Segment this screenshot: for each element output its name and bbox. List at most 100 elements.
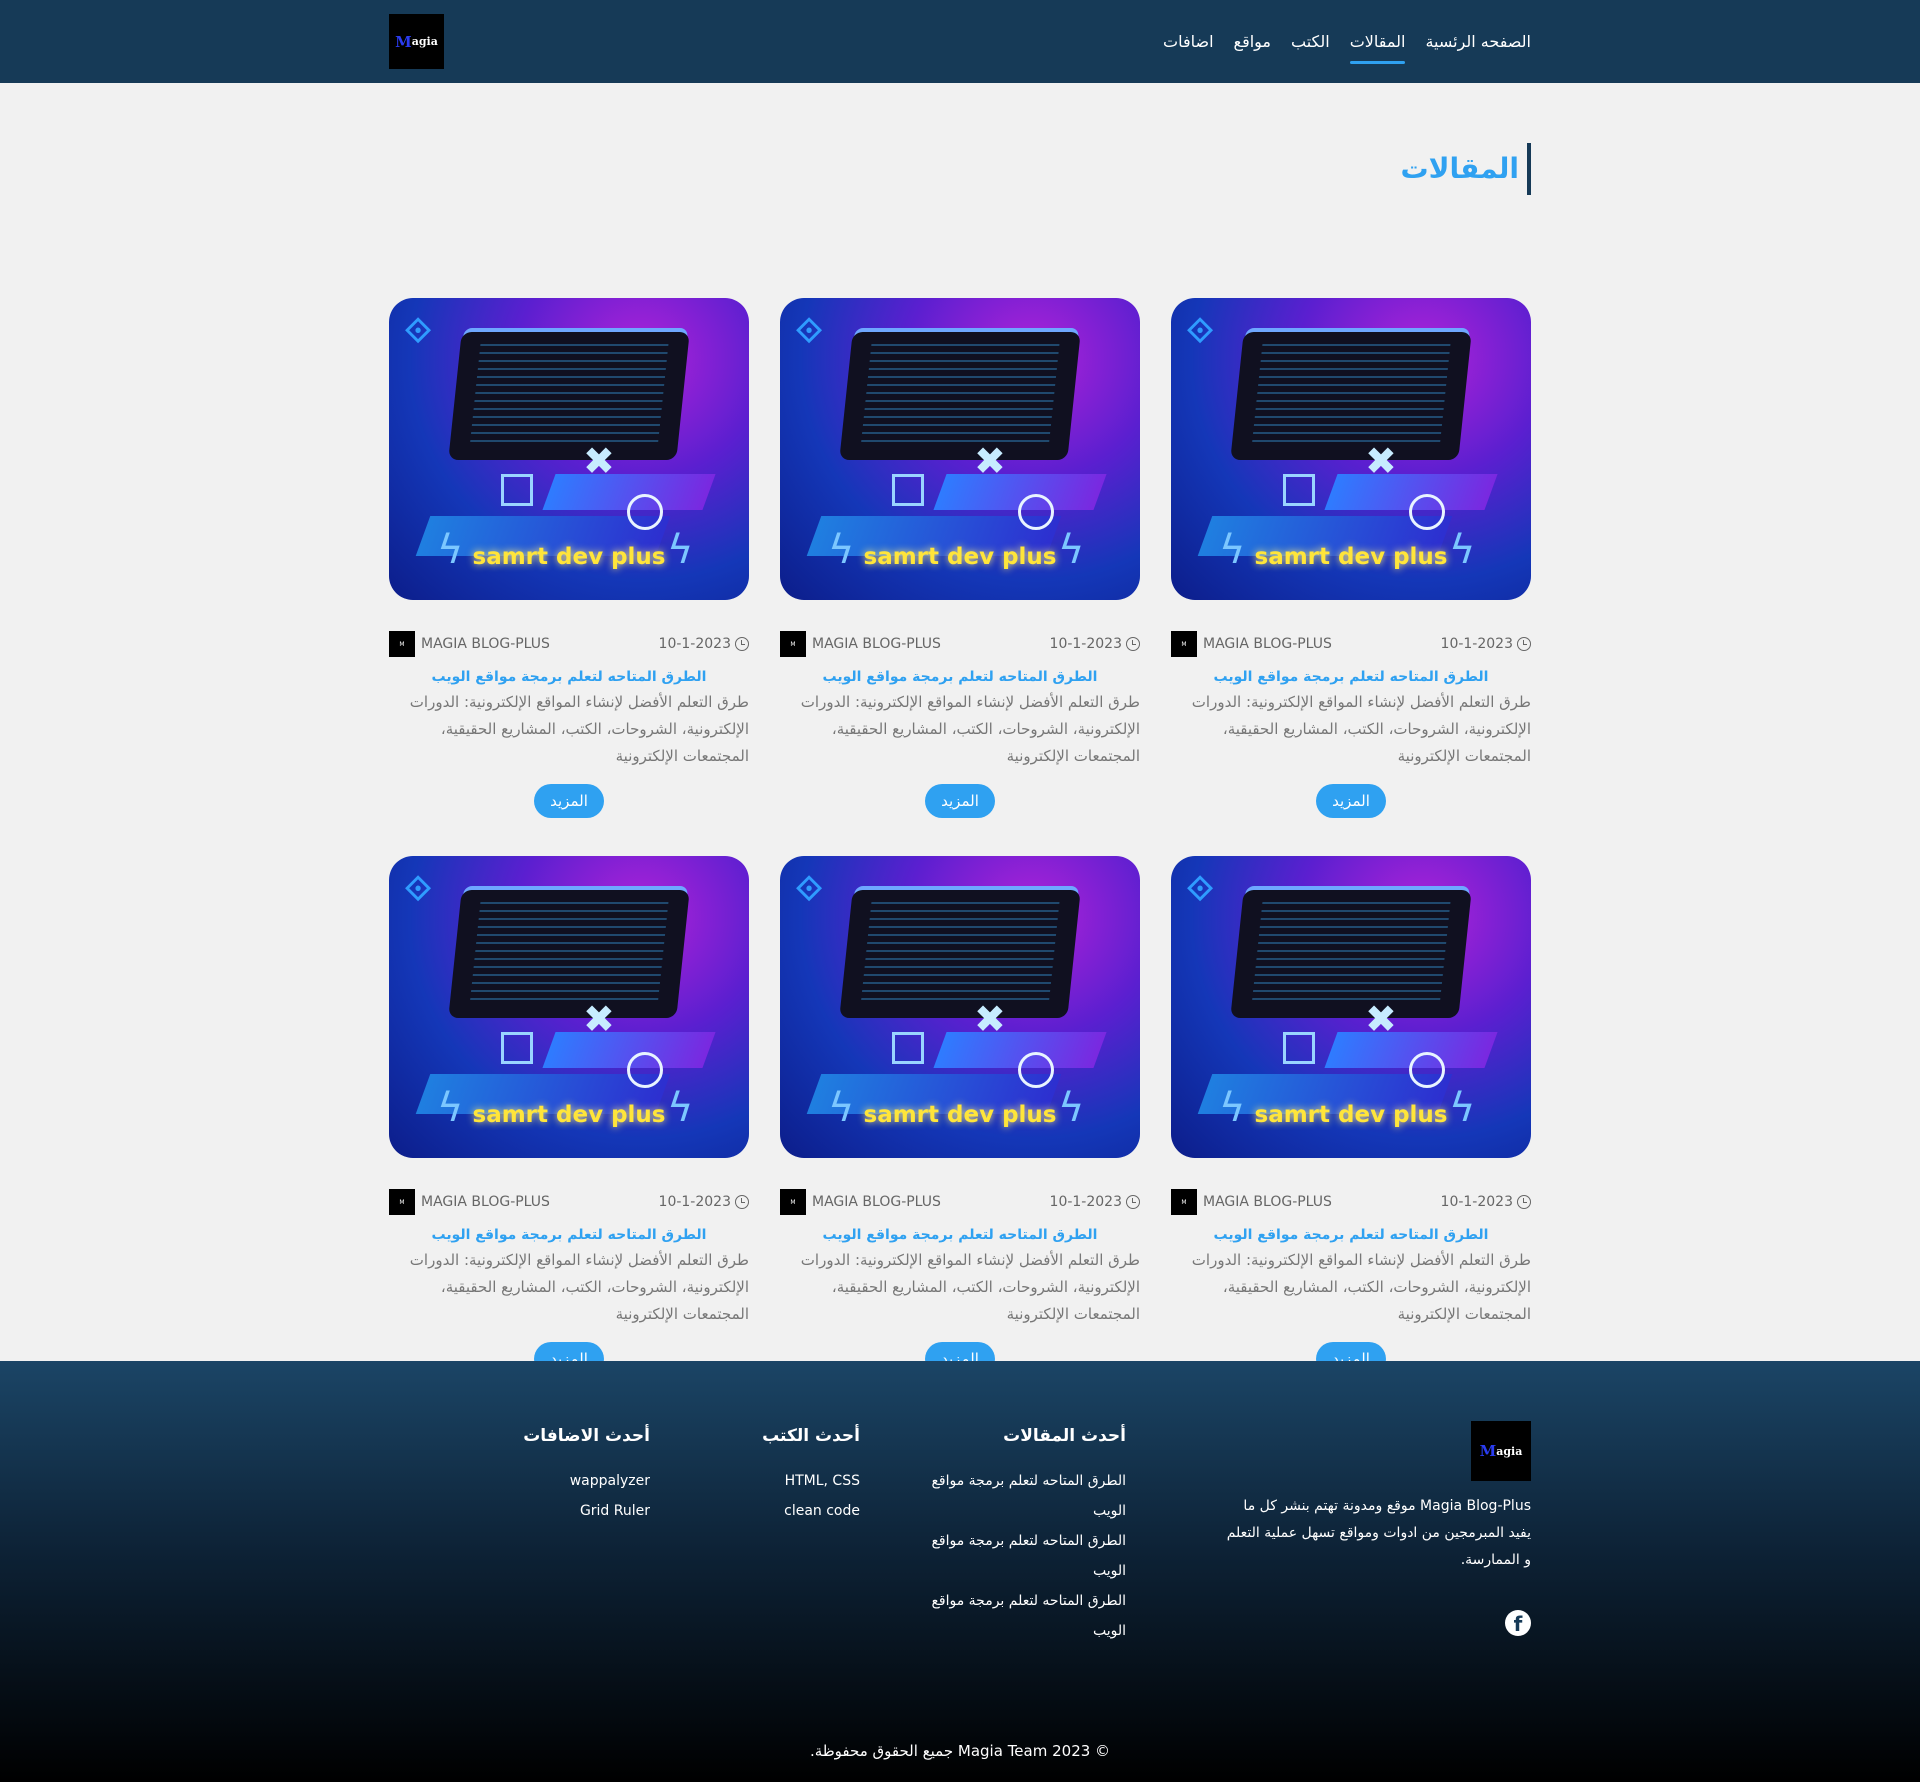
facebook-icon[interactable]: f bbox=[1505, 1610, 1531, 1636]
square-symbol-icon bbox=[501, 1032, 533, 1064]
code-screen-graphic bbox=[448, 890, 690, 1018]
article-thumbnail[interactable]: ⟐ ✖ ϟ ϟ samrt dev plus bbox=[389, 298, 749, 600]
clock-icon bbox=[1126, 1195, 1140, 1209]
article-author[interactable]: M MAGIA BLOG-PLUS bbox=[389, 1189, 550, 1215]
article-excerpt: طرق التعلم الأفضل لإنشاء المواقع الإلكتر… bbox=[800, 1251, 1140, 1323]
article-card: ⟐ ✖ ϟ ϟ samrt dev plus 10-1-2023 M MAGIA… bbox=[389, 856, 749, 1382]
article-title[interactable]: الطرق المتاحه لتعلم برمجة مواقع الويب bbox=[780, 669, 1140, 685]
read-more-button[interactable]: المزيد bbox=[925, 784, 995, 818]
footer-logo[interactable]: Magia bbox=[1471, 1421, 1531, 1481]
author-avatar: M bbox=[780, 1189, 806, 1215]
code-screen-graphic bbox=[839, 332, 1081, 460]
cross-symbol-icon: ✖ bbox=[1365, 439, 1397, 483]
read-more-button[interactable]: المزيد bbox=[534, 784, 604, 818]
nav-home[interactable]: الصفحه الرئسية bbox=[1425, 0, 1531, 83]
cross-symbol-icon: ✖ bbox=[974, 997, 1006, 1041]
author-avatar: M bbox=[1171, 1189, 1197, 1215]
article-thumbnail[interactable]: ⟐ ✖ ϟ ϟ samrt dev plus bbox=[780, 856, 1140, 1158]
code-arrows-icon: ⟐ bbox=[1186, 869, 1214, 909]
square-symbol-icon bbox=[501, 474, 533, 506]
article-meta: 10-1-2023 M MAGIA BLOG-PLUS bbox=[1171, 631, 1531, 657]
read-more-wrap: المزيد bbox=[389, 784, 749, 818]
article-date: 10-1-2023 bbox=[1050, 1194, 1140, 1210]
clock-icon bbox=[1517, 1195, 1531, 1209]
read-more-button[interactable]: المزيد bbox=[1316, 784, 1386, 818]
footer-spacer bbox=[1126, 1421, 1226, 1646]
site-header: الصفحه الرئسية المقالات الكتب مواقع اضاف… bbox=[0, 0, 1920, 83]
article-meta: 10-1-2023 M MAGIA BLOG-PLUS bbox=[389, 1189, 749, 1215]
cross-symbol-icon: ✖ bbox=[583, 439, 615, 483]
article-title[interactable]: الطرق المتاحه لتعلم برمجة مواقع الويب bbox=[389, 669, 749, 685]
footer-addon-link[interactable]: wappalyzer bbox=[450, 1466, 650, 1496]
article-excerpt: طرق التعلم الأفضل لإنشاء المواقع الإلكتر… bbox=[1191, 1251, 1531, 1323]
footer-addon-link[interactable]: Grid Ruler bbox=[450, 1496, 650, 1526]
article-author[interactable]: M MAGIA BLOG-PLUS bbox=[389, 631, 550, 657]
article-date: 10-1-2023 bbox=[1441, 636, 1531, 652]
square-symbol-icon bbox=[1283, 1032, 1315, 1064]
thumbnail-brand-text: samrt dev plus bbox=[1254, 1102, 1448, 1128]
date-text: 10-1-2023 bbox=[1049, 636, 1122, 652]
footer-book-link[interactable]: clean code bbox=[710, 1496, 860, 1526]
article-title[interactable]: الطرق المتاحه لتعلم برمجة مواقع الويب bbox=[1171, 1227, 1531, 1243]
footer-about: Magia Magia Blog-Plus موقع ومدونة تهتم ب… bbox=[1226, 1421, 1531, 1646]
footer-article-link[interactable]: الطرق المتاحه لتعلم برمجة مواقع الويب bbox=[920, 1586, 1126, 1646]
footer-articles-title: أحدث المقالات bbox=[1003, 1426, 1126, 1446]
circle-symbol-icon bbox=[1409, 1052, 1445, 1088]
logo-letter: M bbox=[395, 32, 412, 51]
site-logo[interactable]: Magia bbox=[389, 14, 444, 69]
square-symbol-icon bbox=[892, 474, 924, 506]
article-title[interactable]: الطرق المتاحه لتعلم برمجة مواقع الويب bbox=[1171, 669, 1531, 685]
article-thumbnail[interactable]: ⟐ ✖ ϟ ϟ samrt dev plus bbox=[1171, 856, 1531, 1158]
article-author[interactable]: M MAGIA BLOG-PLUS bbox=[1171, 1189, 1332, 1215]
nav-articles[interactable]: المقالات bbox=[1349, 0, 1405, 83]
footer-latest-books: أحدث الكتب HTML, CSS clean code bbox=[710, 1421, 860, 1646]
article-author[interactable]: M MAGIA BLOG-PLUS bbox=[780, 1189, 941, 1215]
article-excerpt: طرق التعلم الأفضل لإنشاء المواقع الإلكتر… bbox=[800, 693, 1140, 765]
footer-addons-title: أحدث الاضافات bbox=[523, 1426, 650, 1446]
read-more-wrap: المزيد bbox=[780, 784, 1140, 818]
article-author[interactable]: M MAGIA BLOG-PLUS bbox=[1171, 631, 1332, 657]
date-text: 10-1-2023 bbox=[1049, 1194, 1122, 1210]
article-excerpt: طرق التعلم الأفضل لإنشاء المواقع الإلكتر… bbox=[409, 693, 749, 765]
circle-symbol-icon bbox=[627, 1052, 663, 1088]
footer-article-link[interactable]: الطرق المتاحه لتعلم برمجة مواقع الويب bbox=[920, 1466, 1126, 1526]
article-thumbnail[interactable]: ⟐ ✖ ϟ ϟ samrt dev plus bbox=[780, 298, 1140, 600]
square-symbol-icon bbox=[1283, 474, 1315, 506]
article-card: ⟐ ✖ ϟ ϟ samrt dev plus 10-1-2023 M MAGIA… bbox=[1171, 856, 1531, 1382]
square-symbol-icon bbox=[892, 1032, 924, 1064]
author-name: MAGIA BLOG-PLUS bbox=[812, 1194, 941, 1210]
article-meta: 10-1-2023 M MAGIA BLOG-PLUS bbox=[389, 631, 749, 657]
article-author[interactable]: M MAGIA BLOG-PLUS bbox=[780, 631, 941, 657]
footer-book-link[interactable]: HTML, CSS bbox=[710, 1466, 860, 1496]
clock-icon bbox=[735, 1195, 749, 1209]
code-screen-graphic bbox=[839, 890, 1081, 1018]
article-card: ⟐ ✖ ϟ ϟ samrt dev plus 10-1-2023 M MAGIA… bbox=[1171, 298, 1531, 824]
section-title: المقالات bbox=[1400, 143, 1531, 195]
date-text: 10-1-2023 bbox=[658, 1194, 731, 1210]
circle-symbol-icon bbox=[627, 494, 663, 530]
article-title[interactable]: الطرق المتاحه لتعلم برمجة مواقع الويب bbox=[389, 1227, 749, 1243]
author-name: MAGIA BLOG-PLUS bbox=[1203, 636, 1332, 652]
footer-books-title: أحدث الكتب bbox=[762, 1426, 860, 1446]
author-name: MAGIA BLOG-PLUS bbox=[421, 636, 550, 652]
article-meta: 10-1-2023 M MAGIA BLOG-PLUS bbox=[1171, 1189, 1531, 1215]
article-thumbnail[interactable]: ⟐ ✖ ϟ ϟ samrt dev plus bbox=[1171, 298, 1531, 600]
article-card: ⟐ ✖ ϟ ϟ samrt dev plus 10-1-2023 M MAGIA… bbox=[780, 856, 1140, 1382]
article-meta: 10-1-2023 M MAGIA BLOG-PLUS bbox=[780, 1189, 1140, 1215]
nav-sites[interactable]: مواقع bbox=[1234, 0, 1271, 83]
read-more-wrap: المزيد bbox=[1171, 784, 1531, 818]
article-title[interactable]: الطرق المتاحه لتعلم برمجة مواقع الويب bbox=[780, 1227, 1140, 1243]
nav-books[interactable]: الكتب bbox=[1291, 0, 1330, 83]
about-text: Magia Blog-Plus موقع ومدونة تهتم بنشر كل… bbox=[1226, 1498, 1531, 1568]
article-excerpt: طرق التعلم الأفضل لإنشاء المواقع الإلكتر… bbox=[1191, 693, 1531, 765]
code-arrows-icon: ⟐ bbox=[795, 311, 823, 351]
article-excerpt: طرق التعلم الأفضل لإنشاء المواقع الإلكتر… bbox=[409, 1251, 749, 1323]
thumbnail-brand-text: samrt dev plus bbox=[863, 1102, 1057, 1128]
footer-article-link[interactable]: الطرق المتاحه لتعلم برمجة مواقع الويب bbox=[920, 1526, 1126, 1586]
article-thumbnail[interactable]: ⟐ ✖ ϟ ϟ samrt dev plus bbox=[389, 856, 749, 1158]
nav-addons[interactable]: اضافات bbox=[1163, 0, 1214, 83]
article-meta: 10-1-2023 M MAGIA BLOG-PLUS bbox=[780, 631, 1140, 657]
thumbnail-brand-text: samrt dev plus bbox=[863, 544, 1057, 570]
code-screen-graphic bbox=[1230, 890, 1472, 1018]
article-card: ⟐ ✖ ϟ ϟ samrt dev plus 10-1-2023 M MAGIA… bbox=[389, 298, 749, 824]
